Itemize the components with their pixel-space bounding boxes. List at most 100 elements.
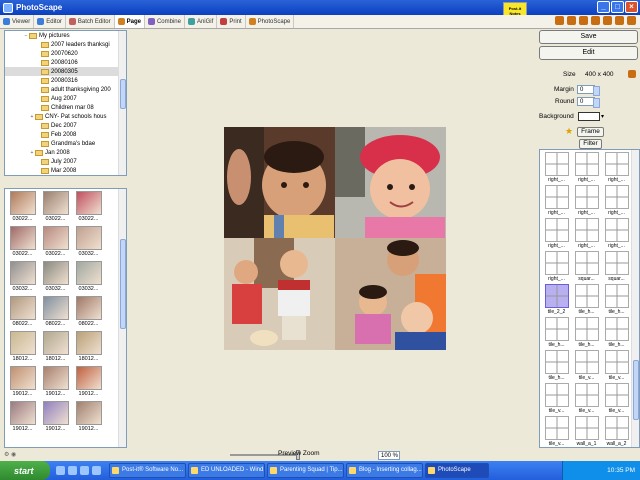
screen-capture-icon[interactable] xyxy=(567,16,576,25)
taskbar-item[interactable]: Parenting Squad | Tip... xyxy=(267,463,344,478)
layout-template[interactable]: right_... xyxy=(603,152,630,185)
quick-launch-icon[interactable] xyxy=(56,466,65,475)
layout-template[interactable]: tile_v... xyxy=(603,383,630,416)
page-canvas[interactable] xyxy=(224,127,446,350)
photo-thumbnail[interactable]: 03022... xyxy=(8,191,37,224)
layout-template[interactable]: right_... xyxy=(543,185,570,218)
taskbar-item[interactable]: ED UNLOADED - Wind... xyxy=(188,463,265,478)
quick-launch-icon[interactable] xyxy=(68,466,77,475)
round-spinner[interactable]: 0 xyxy=(577,97,600,108)
folder-item[interactable]: 2007 leaders thanksgi xyxy=(5,40,126,49)
photo-girl-red-hat[interactable] xyxy=(335,127,446,238)
layout-template[interactable]: tile_v... xyxy=(543,383,570,416)
layout-template[interactable]: tile_v... xyxy=(543,416,570,447)
color-picker-icon[interactable] xyxy=(579,16,588,25)
layout-template[interactable]: tile_h... xyxy=(603,317,630,350)
layout-template[interactable]: squar... xyxy=(603,251,630,284)
folder-item[interactable]: Mar 2008 xyxy=(5,166,126,175)
layout-template[interactable]: right_... xyxy=(573,218,600,251)
photo-thumbnail[interactable]: 08022... xyxy=(74,296,103,329)
photo-thumbnail[interactable]: 03032... xyxy=(74,261,103,294)
raw-converter-icon[interactable] xyxy=(603,16,612,25)
layout-template[interactable]: right_... xyxy=(573,152,600,185)
photo-thumbnail[interactable]: 18012... xyxy=(74,331,103,364)
layout-template[interactable]: right_... xyxy=(543,152,570,185)
photo-thumbnail[interactable]: 19012... xyxy=(74,366,103,399)
tab-viewer[interactable]: Viewer xyxy=(0,15,35,28)
layout-template[interactable]: tile_v... xyxy=(573,350,600,383)
star-icon[interactable]: ★ xyxy=(565,127,573,136)
folder-item[interactable]: Aug 2007 xyxy=(5,94,126,103)
taskbar-item[interactable]: Blog - Inserting collag... xyxy=(346,463,423,478)
photo-thumbnail[interactable]: 19012... xyxy=(8,401,37,434)
folder-item[interactable]: + CNY- Pat schools hous xyxy=(5,112,126,121)
photo-thumbnail[interactable]: 19012... xyxy=(41,401,70,434)
start-button[interactable]: start xyxy=(0,461,50,480)
folder-item[interactable]: 20080106 xyxy=(5,58,126,67)
folder-tree-scrollbar[interactable] xyxy=(118,31,126,175)
layout-template[interactable]: wall_a_1 xyxy=(573,416,600,447)
layout-template[interactable]: tile_h... xyxy=(573,317,600,350)
preview-zoom-value[interactable]: 100 % xyxy=(378,451,400,460)
help-icon[interactable] xyxy=(555,16,564,25)
photo-kids-standing[interactable] xyxy=(224,238,335,350)
folder-item[interactable]: 20070620 xyxy=(5,49,126,58)
taskbar-item[interactable]: Post-it® Software No... xyxy=(109,463,186,478)
thumbnail-browser[interactable]: 03022... 03022... 03022... 03022... 03022...… xyxy=(4,188,127,448)
photo-thumbnail[interactable]: 19012... xyxy=(74,401,103,434)
folder-item[interactable]: adult thanksgiving 200 xyxy=(5,85,126,94)
layout-template[interactable]: right_... xyxy=(543,218,570,251)
folder-item[interactable]: 20080305 xyxy=(5,67,126,76)
photo-baby-boy[interactable] xyxy=(224,127,335,238)
folder-item[interactable]: Feb 2008 xyxy=(5,130,126,139)
minimize-button[interactable]: _ xyxy=(597,1,610,13)
folder-item[interactable]: Grandma's bdae xyxy=(5,139,126,148)
photo-thumbnail[interactable]: 18012... xyxy=(41,331,70,364)
photo-thumbnail[interactable]: 03022... xyxy=(8,226,37,259)
layout-template[interactable]: right_... xyxy=(603,185,630,218)
photo-thumbnail[interactable]: 03032... xyxy=(8,261,37,294)
settings-icon[interactable] xyxy=(627,16,636,25)
photo-thumbnail[interactable]: 19012... xyxy=(41,366,70,399)
tab-photoscape[interactable]: PhotoScape xyxy=(246,15,295,28)
photo-thumbnail[interactable]: 03022... xyxy=(41,226,70,259)
photo-family-selfie[interactable] xyxy=(335,238,446,350)
quick-launch-icon[interactable] xyxy=(80,466,89,475)
tab-print[interactable]: Print xyxy=(217,15,246,28)
layout-template[interactable]: tile_h... xyxy=(603,284,630,317)
tab-anigif[interactable]: AniGif xyxy=(185,15,218,28)
maximize-button[interactable]: □ xyxy=(611,1,624,13)
thumbnail-scrollbar[interactable] xyxy=(118,189,126,447)
rename-icon[interactable] xyxy=(591,16,600,25)
tab-batch-editor[interactable]: Batch Editor xyxy=(66,15,115,28)
layout-template[interactable]: right_... xyxy=(543,251,570,284)
folder-item[interactable]: 20080316 xyxy=(5,76,126,85)
folder-item[interactable]: − My pictures xyxy=(5,31,126,40)
layout-template[interactable]: tile_h... xyxy=(543,350,570,383)
tab-combine[interactable]: Combine xyxy=(145,15,185,28)
background-dropdown-arrow[interactable]: ▾ xyxy=(601,113,604,120)
photo-thumbnail[interactable]: 19012... xyxy=(8,366,37,399)
folder-tree[interactable]: − My pictures 2007 leaders thanksgi 2007062… xyxy=(4,30,127,176)
layout-template[interactable]: right_... xyxy=(573,185,600,218)
layout-template[interactable]: wall_a_2 xyxy=(603,416,630,447)
tab-page[interactable]: Page xyxy=(114,15,145,28)
folder-item[interactable]: Dec 2007 xyxy=(5,121,126,130)
photo-thumbnail[interactable]: 03022... xyxy=(74,191,103,224)
photo-thumbnail[interactable]: 03032... xyxy=(41,261,70,294)
background-color-swatch[interactable] xyxy=(578,112,600,121)
layout-template[interactable]: tile_2_2 xyxy=(543,284,570,317)
photo-thumbnail[interactable]: 08022... xyxy=(8,296,37,329)
frame-button[interactable]: Frame xyxy=(577,127,604,137)
lock-icon[interactable] xyxy=(628,70,636,78)
taskbar-item[interactable]: PhotoScape xyxy=(425,463,489,478)
splitter-icon[interactable] xyxy=(615,16,624,25)
templates-scrollbar[interactable] xyxy=(631,150,639,447)
layout-template[interactable]: squar... xyxy=(573,251,600,284)
layout-template[interactable]: tile_v... xyxy=(573,383,600,416)
photo-thumbnail[interactable]: 03022... xyxy=(41,191,70,224)
layout-template[interactable]: tile_h... xyxy=(573,284,600,317)
photo-thumbnail[interactable]: 03032... xyxy=(74,226,103,259)
filter-button[interactable]: Filter xyxy=(579,139,602,149)
layout-template[interactable]: tile_v... xyxy=(603,350,630,383)
